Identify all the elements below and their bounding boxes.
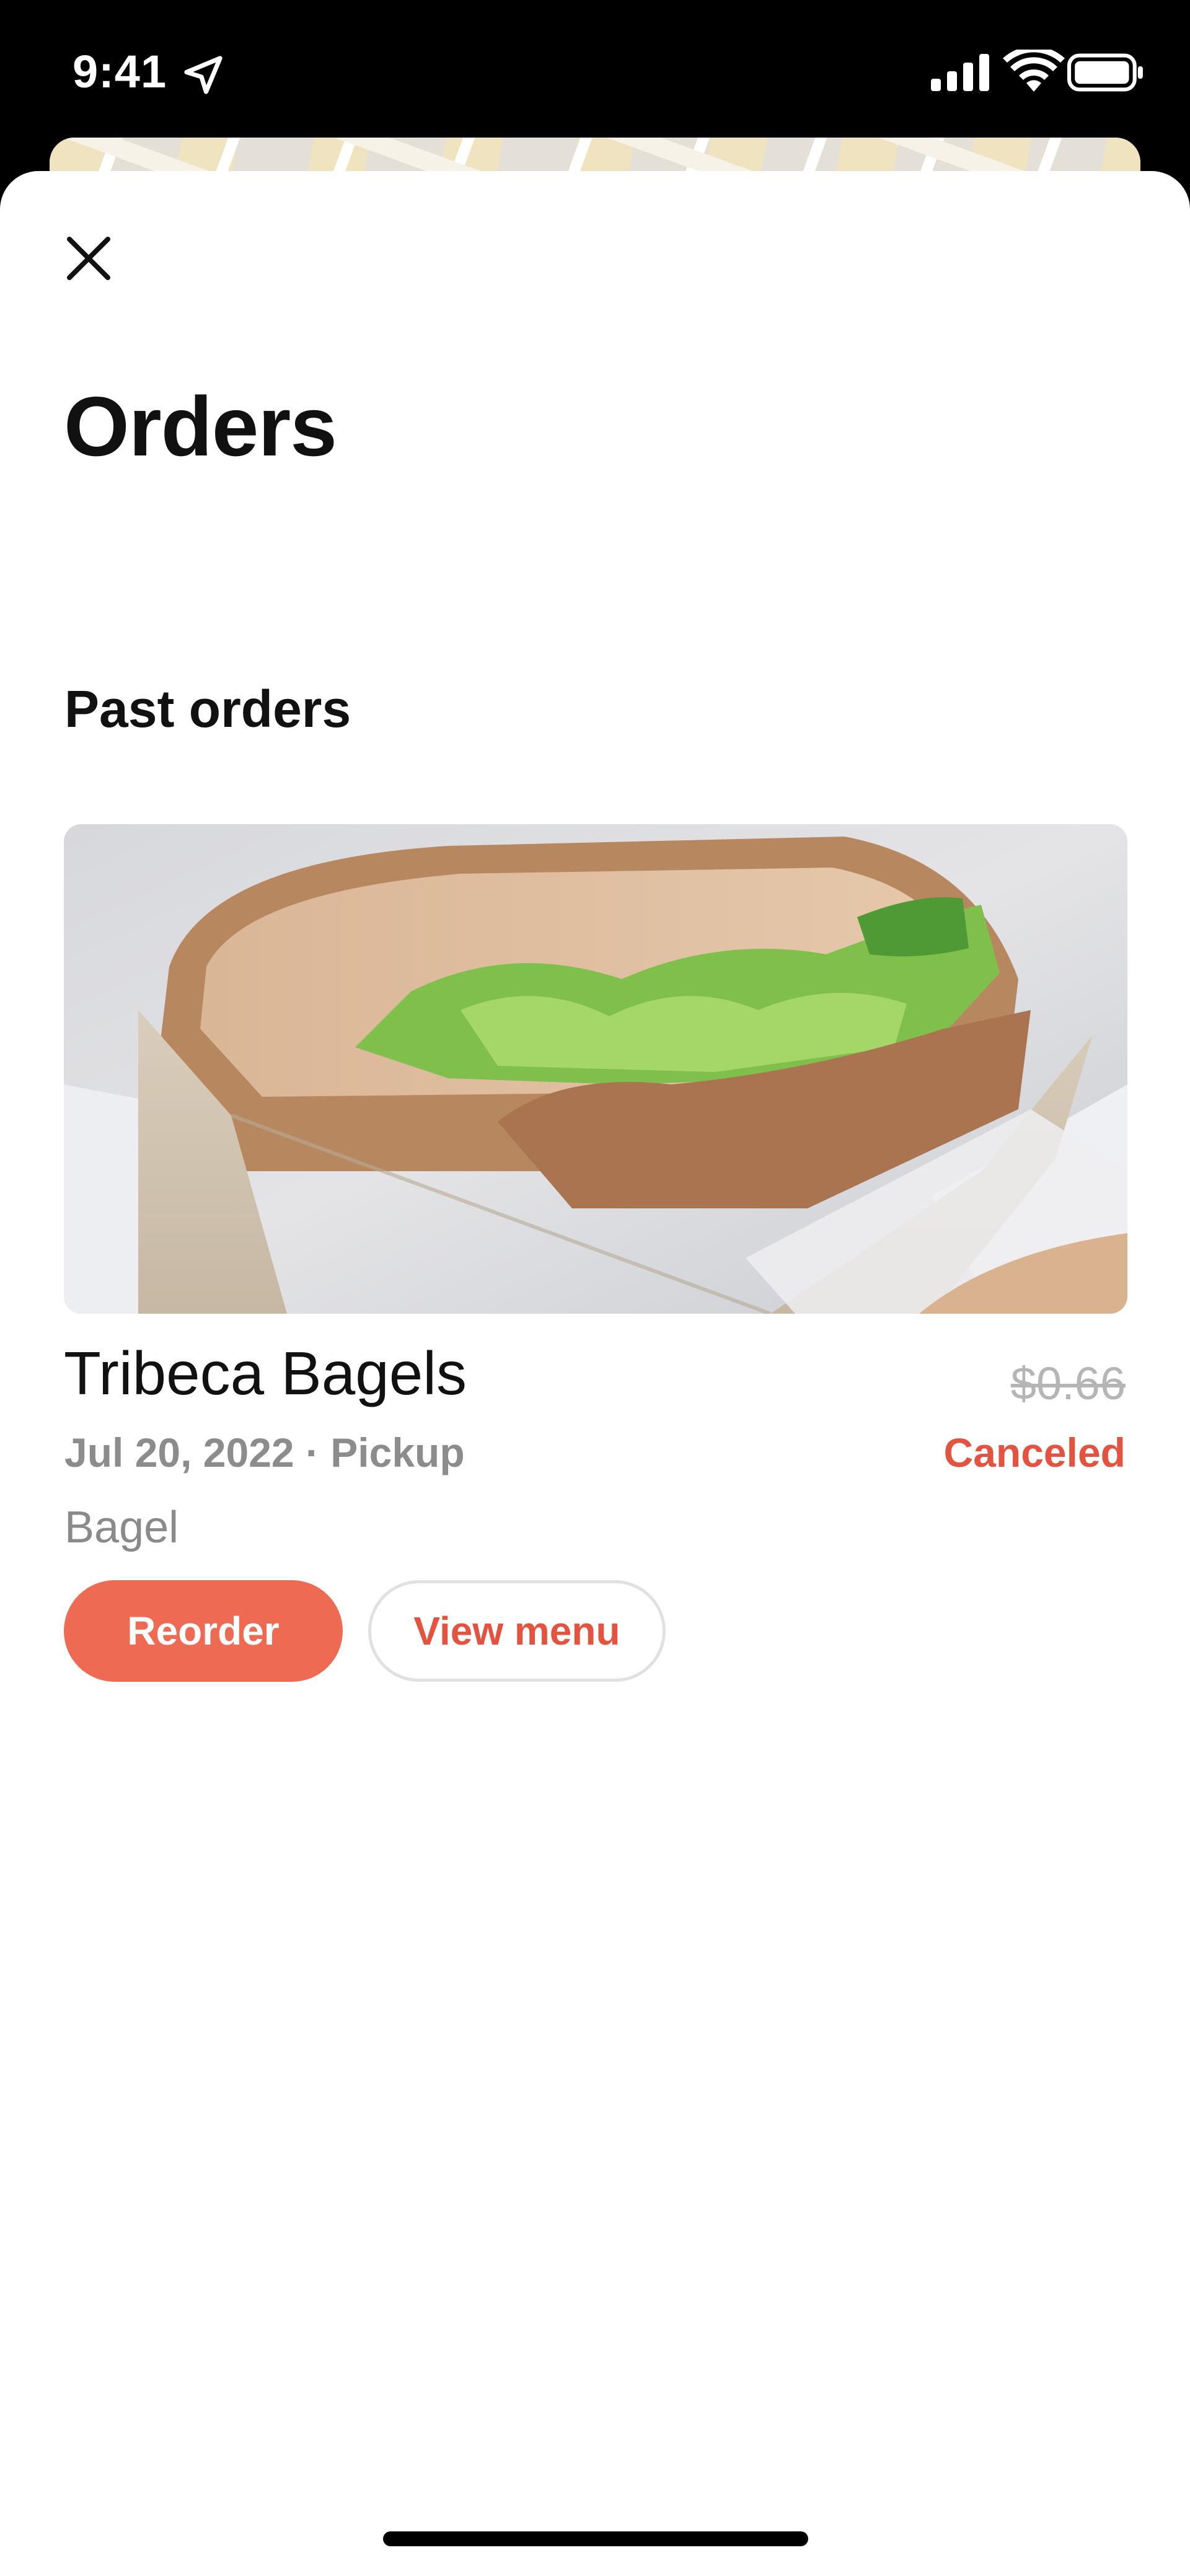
sandwich-photo — [64, 824, 1127, 1314]
order-items: Bagel — [64, 1503, 179, 1552]
wifi-icon — [1003, 50, 1065, 92]
status-time: 9:41 — [73, 46, 167, 97]
order-date-type: Jul 20, 2022 · Pickup — [64, 1430, 465, 1475]
close-button[interactable] — [61, 231, 117, 286]
close-icon — [67, 237, 110, 280]
order-price: $0.66 — [1010, 1358, 1126, 1409]
section-title-past-orders: Past orders — [64, 680, 351, 738]
home-indicator[interactable] — [383, 2531, 808, 2546]
order-status-badge: Canceled — [943, 1430, 1126, 1475]
store-name: Tribeca Bagels — [64, 1339, 467, 1407]
location-arrow-icon — [184, 56, 223, 94]
view-menu-button[interactable]: View menu — [368, 1580, 666, 1682]
battery-icon — [1067, 53, 1143, 92]
order-photo[interactable] — [64, 824, 1127, 1314]
cellular-signal-icon — [931, 54, 989, 91]
reorder-button[interactable]: Reorder — [64, 1580, 343, 1682]
page-title: Orders — [64, 379, 337, 473]
